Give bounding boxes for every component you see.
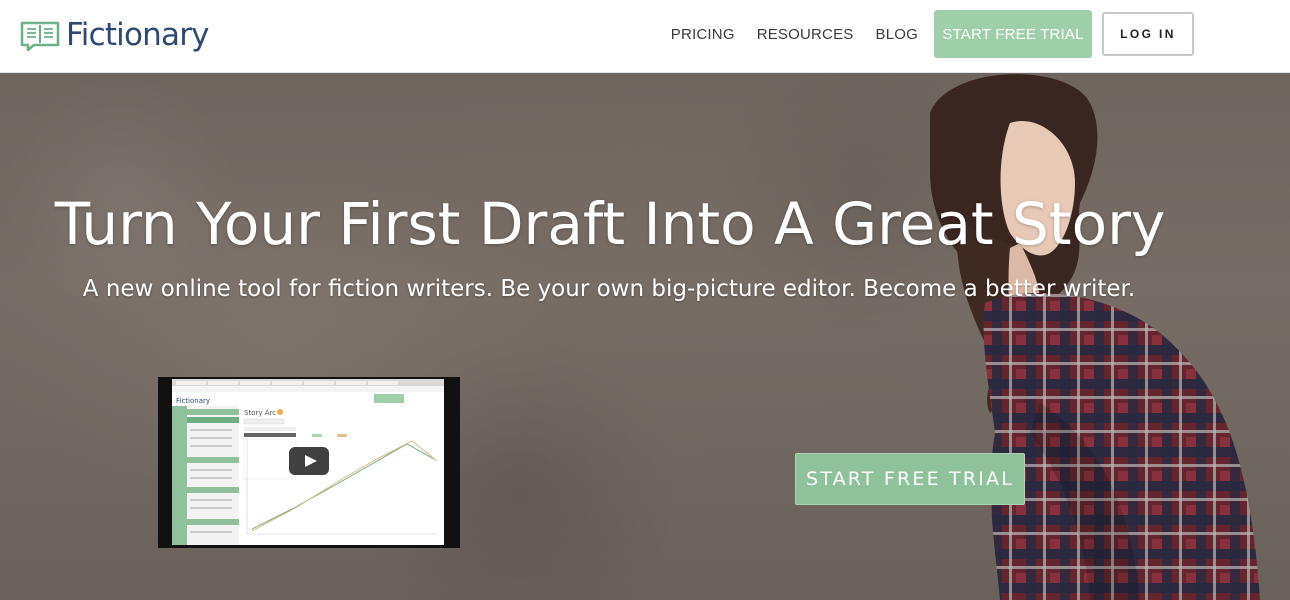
nav-resources[interactable]: RESOURCES <box>757 26 854 43</box>
start-free-trial-nav-button[interactable]: START FREE TRIAL <box>934 10 1092 58</box>
hero-section: Turn Your First Draft Into A Great Story… <box>0 73 1290 600</box>
play-icon[interactable] <box>289 447 329 475</box>
site-header: Fictionary PRICING RESOURCES BLOG START … <box>0 0 1290 73</box>
video-panel-title: Story Arc <box>244 409 276 417</box>
hero-subtitle: A new online tool for fiction writers. B… <box>82 276 1136 302</box>
start-free-trial-hero-button[interactable]: START FREE TRIAL <box>795 453 1025 505</box>
log-in-button[interactable]: LOG IN <box>1102 12 1194 56</box>
nav-pricing[interactable]: PRICING <box>671 26 735 43</box>
video-app-logo: Fictionary <box>176 397 210 405</box>
demo-video[interactable]: Fictionary Story Arc <box>158 377 460 548</box>
logo-text: Fictionary <box>66 17 210 53</box>
hero-title: Turn Your First Draft Into A Great Story <box>54 190 1166 258</box>
main-nav: PRICING RESOURCES BLOG START FREE TRIAL … <box>671 10 1194 58</box>
nav-blog[interactable]: BLOG <box>876 26 918 43</box>
woman-photo <box>930 74 1260 600</box>
book-chat-icon <box>20 21 60 51</box>
logo-link[interactable]: Fictionary <box>20 12 210 58</box>
